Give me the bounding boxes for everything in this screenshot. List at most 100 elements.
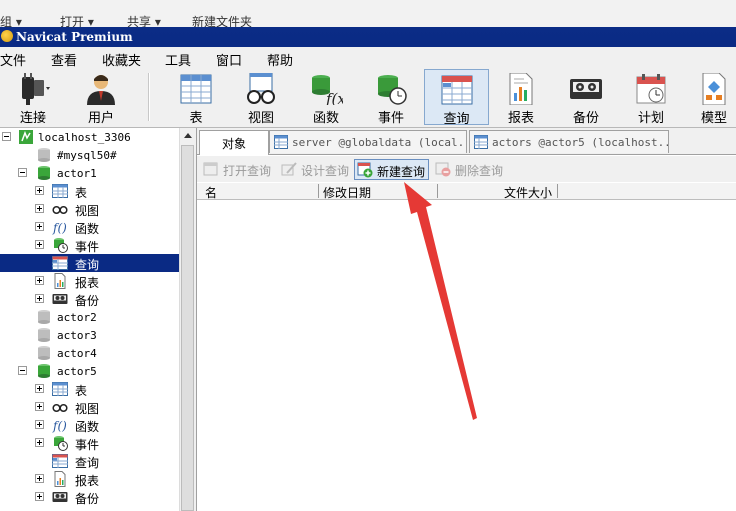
toolbar-model-button[interactable]: 模型 [692, 69, 736, 126]
database-open-icon [38, 364, 50, 378]
expand-toggle[interactable] [35, 276, 44, 285]
expand-toggle[interactable] [35, 384, 44, 393]
toolbar-query-button[interactable]: 查询 [424, 69, 489, 127]
delete-query-button[interactable]: 删除查询 [433, 159, 509, 180]
tree-category-events[interactable]: 事件 [0, 434, 179, 452]
expand-toggle[interactable] [35, 474, 44, 483]
tree-category-views[interactable]: 视图 [0, 200, 179, 218]
expand-toggle[interactable] [35, 204, 44, 213]
plug-icon [22, 73, 50, 105]
tree-item-label: 备份 [75, 294, 100, 308]
tree-database-item[interactable]: actor5 [0, 362, 179, 380]
column-separator[interactable] [318, 184, 319, 198]
explorer-new-folder-button[interactable]: 新建文件夹 [192, 13, 252, 27]
expand-toggle[interactable] [35, 402, 44, 411]
tree-category-reports[interactable]: 报表 [0, 272, 179, 290]
column-size-header[interactable]: 文件大小 [504, 184, 552, 201]
collapse-toggle[interactable] [2, 132, 11, 141]
tape-backup-icon [570, 79, 602, 99]
toolbar-table-button[interactable]: 表 [172, 69, 220, 126]
toolbar-event-label: 事件 [377, 111, 404, 126]
expand-toggle[interactable] [35, 294, 44, 303]
glasses-icon [52, 403, 68, 413]
database-closed-icon [38, 148, 50, 162]
tree-category-tables[interactable]: 表 [0, 380, 179, 398]
menu-file[interactable]: 文件 [0, 50, 26, 69]
toolbar-view-button[interactable]: 视图 [237, 69, 285, 126]
tree-category-events[interactable]: 事件 [0, 236, 179, 254]
table-icon [52, 184, 68, 198]
expand-toggle[interactable] [35, 420, 44, 429]
column-modified-header[interactable]: 修改日期 [323, 184, 371, 201]
toolbar-connect-button[interactable]: 连接 [6, 69, 60, 126]
tree-database-item[interactable]: actor3 [0, 326, 179, 344]
menu-window[interactable]: 窗口 [216, 50, 242, 69]
toolbar-schedule-button[interactable]: 计划 [627, 69, 675, 126]
toolbar-user-button[interactable]: 用户 [76, 69, 126, 126]
svg-text:f(): f() [52, 419, 67, 433]
tree-database-item[interactable]: actor1 [0, 164, 179, 182]
explorer-organize-button[interactable]: 组 ▾ [0, 13, 22, 27]
scroll-thumb[interactable] [181, 145, 194, 511]
expand-toggle[interactable] [35, 438, 44, 447]
collapse-toggle[interactable] [18, 366, 27, 375]
tree-category-functions[interactable]: f() 函数 [0, 416, 179, 434]
expand-toggle[interactable] [35, 186, 44, 195]
toolbar-schedule-label: 计划 [637, 111, 664, 126]
calendar-icon [636, 74, 666, 104]
tree-category-queries[interactable]: 查询 [0, 254, 179, 272]
design-query-button[interactable]: 设计查询 [279, 159, 353, 180]
expand-toggle[interactable] [35, 492, 44, 501]
open-query-label: 打开查询 [223, 164, 272, 178]
menu-help[interactable]: 帮助 [267, 50, 293, 69]
collapse-toggle[interactable] [18, 168, 27, 177]
menu-view[interactable]: 查看 [51, 50, 77, 69]
tree-category-queries[interactable]: 查询 [0, 452, 179, 470]
expand-toggle[interactable] [35, 240, 44, 249]
tab-server-globaldata[interactable]: server @globaldata (local... [269, 130, 467, 153]
scroll-up-arrow-icon[interactable] [180, 128, 196, 144]
tree-item-label: 函数 [75, 222, 100, 236]
tree-item-label: actor4 [57, 347, 97, 360]
open-query-button[interactable]: 打开查询 [201, 159, 277, 180]
tree-database-item[interactable]: actor4 [0, 344, 179, 362]
tree-item-label: 表 [75, 186, 88, 200]
design-query-label: 设计查询 [301, 164, 350, 178]
new-query-button[interactable]: 新建查询 [354, 159, 429, 180]
table-icon [180, 74, 212, 104]
tree-scrollbar[interactable] [179, 128, 196, 511]
menu-tools[interactable]: 工具 [165, 50, 191, 69]
menu-favorites[interactable]: 收藏夹 [102, 50, 141, 69]
tree-item-label: actor3 [57, 329, 97, 342]
tab-actors-actor5[interactable]: actors @actor5 (localhost... [469, 130, 669, 153]
column-separator[interactable] [437, 184, 438, 198]
tree-category-reports[interactable]: 报表 [0, 470, 179, 488]
column-separator[interactable] [557, 184, 558, 198]
tree-category-views[interactable]: 视图 [0, 398, 179, 416]
column-name-header[interactable]: 名 [205, 184, 217, 201]
toolbar-event-button[interactable]: 事件 [367, 69, 415, 126]
tree-category-functions[interactable]: f() 函数 [0, 218, 179, 236]
object-pane: 对象 server @globaldata (local... actors @… [196, 128, 736, 511]
query-icon [52, 454, 68, 468]
glasses-icon [247, 73, 275, 104]
tree-connection-localhost[interactable]: localhost_3306 [0, 128, 179, 146]
tree-database-item[interactable]: actor2 [0, 308, 179, 326]
table-icon [474, 135, 488, 149]
tree-category-backups[interactable]: 备份 [0, 488, 179, 506]
navicat-app-icon [1, 30, 13, 42]
toolbar-report-button[interactable]: 报表 [497, 69, 545, 126]
tree-category-backups[interactable]: 备份 [0, 290, 179, 308]
toolbar-function-button[interactable]: f(x) 函数 [302, 69, 350, 126]
expand-toggle[interactable] [35, 222, 44, 231]
tree-category-tables[interactable]: 表 [0, 182, 179, 200]
tab-objects[interactable]: 对象 [199, 130, 269, 155]
new-query-label: 新建查询 [377, 165, 426, 179]
toolbar-backup-button[interactable]: 备份 [562, 69, 610, 126]
explorer-share-button[interactable]: 共享 ▾ [127, 13, 161, 27]
tree-item-label: actor1 [57, 167, 97, 180]
toolbar-user-label: 用户 [87, 111, 114, 126]
tree-database-item[interactable]: #mysql50# [0, 146, 179, 164]
object-toolbar: 打开查询 设计查询 新建查询 删除查询 [197, 156, 736, 182]
explorer-open-button[interactable]: 打开 ▾ [60, 13, 94, 27]
